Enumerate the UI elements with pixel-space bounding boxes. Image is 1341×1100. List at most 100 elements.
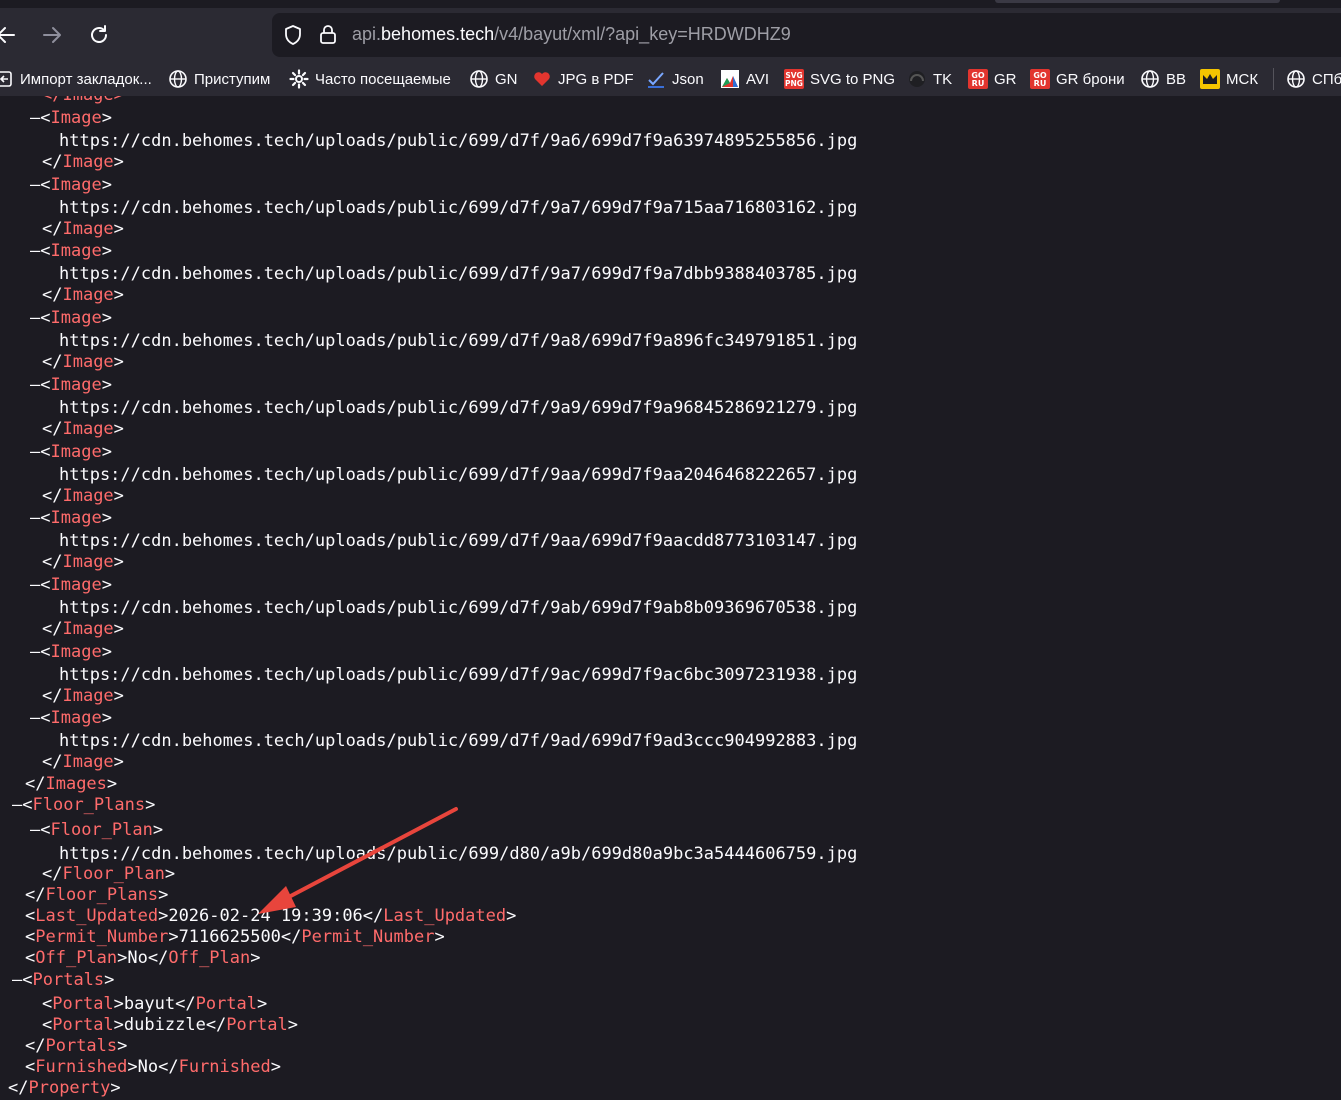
xml-line-floor-plans-open[interactable]: –<Floor_Plans> <box>12 794 155 816</box>
bookmark-label: GR брони <box>1056 70 1125 88</box>
svg-text:RU: RU <box>972 79 985 88</box>
xml-line-furnished: <Furnished>No</Furnished> <box>25 1057 281 1077</box>
xml-line-image-close: </Image> <box>42 685 124 706</box>
bookmark-svg-to-png[interactable]: SVG PNG SVG to PNG <box>784 62 895 96</box>
image-url: https://cdn.behomes.tech/uploads/public/… <box>59 597 858 618</box>
active-tab-edge[interactable] <box>995 0 1280 3</box>
bookmark-label: Приступим <box>194 70 271 88</box>
lock-icon[interactable] <box>318 23 338 45</box>
xml-line-image-open[interactable]: –<Image> <box>30 707 112 729</box>
url-text[interactable]: api.behomes.tech/v4/bayut/xml/?api_key=H… <box>352 24 791 45</box>
image-url: https://cdn.behomes.tech/uploads/public/… <box>59 131 858 151</box>
bookmark-bb[interactable]: BB <box>1140 62 1186 96</box>
xml-line-image-open[interactable]: –<Image> <box>30 574 112 596</box>
forward-arrow-icon[interactable] <box>39 22 65 48</box>
xml-line-image-close: </Image> <box>42 618 124 639</box>
xml-partial-line: </Image> <box>42 96 124 106</box>
off-plan-value: No <box>127 948 148 968</box>
xml-line-last-updated: <Last_Updated>2026-02-24 19:39:06</Last_… <box>25 906 517 926</box>
back-arrow-icon[interactable] <box>0 22 20 48</box>
tab-strip <box>0 0 1341 8</box>
xml-line-image-open[interactable]: –<Image> <box>30 507 112 529</box>
bookmark-import[interactable]: Импорт закладок... <box>0 62 152 96</box>
bookmark-label: TK <box>933 70 953 88</box>
bookmark-label: СПб <box>1312 70 1341 88</box>
bookmarks-toolbar: Импорт закладок... Приступим Часто посещ… <box>0 62 1341 96</box>
globe-icon <box>1287 70 1305 88</box>
reload-icon[interactable] <box>86 22 112 48</box>
bookmark-label: Json <box>672 70 704 88</box>
image-url: https://cdn.behomes.tech/uploads/public/… <box>59 464 858 485</box>
goru-icon: GORU <box>968 69 988 89</box>
xml-line-image-close: </Image> <box>42 552 124 573</box>
shield-icon[interactable] <box>282 24 304 46</box>
xml-line-portal: <Portal>bayut</Portal> <box>42 994 268 1014</box>
bookmark-label: GR <box>994 70 1017 88</box>
bookmark-gn[interactable]: GN <box>469 62 518 96</box>
portal-value: dubizzle <box>123 1015 206 1035</box>
xml-line-image-close: </Image> <box>42 152 124 172</box>
portal-value: bayut <box>123 994 176 1014</box>
svg-text:RU: RU <box>1034 79 1047 88</box>
browser-toolbar: api.behomes.tech/v4/bayut/xml/?api_key=H… <box>0 8 1341 62</box>
bookmark-tk[interactable]: TK <box>907 62 952 96</box>
bookmark-gr[interactable]: GO RU GR <box>968 62 1017 96</box>
image-url: https://cdn.behomes.tech/uploads/public/… <box>59 397 858 418</box>
xml-line-portals-open[interactable]: –<Portals> <box>12 969 114 991</box>
bookmark-label: SVG to PNG <box>810 70 896 88</box>
last-updated-value: 2026-02-24 19:39:06 <box>168 906 363 926</box>
bookmark-json[interactable]: Json <box>646 62 704 96</box>
bookmark-spb[interactable]: СПб <box>1286 62 1341 96</box>
furnished-value: No <box>137 1057 159 1077</box>
image-url: https://cdn.behomes.tech/uploads/public/… <box>59 664 858 685</box>
globe-icon <box>470 70 488 88</box>
bookmark-label: BB <box>1166 70 1187 88</box>
bookmark-label: GN <box>495 70 518 88</box>
bookmarks-separator <box>1273 68 1274 90</box>
xml-line-property-close: </Property> <box>8 1078 121 1098</box>
xml-viewer: </Image> –<Image>https://cdn.behomes.tec… <box>0 96 1341 1100</box>
bookmark-label: МСК <box>1226 70 1259 88</box>
xml-line-image-open[interactable]: –<Image> <box>30 641 112 663</box>
bookmark-gr-bookings[interactable]: GO RU GR брони <box>1030 62 1125 96</box>
image-url: https://cdn.behomes.tech/uploads/public/… <box>59 197 858 218</box>
globe-icon <box>1141 70 1159 88</box>
xml-line-permit-number: <Permit_Number>7116625500</Permit_Number… <box>25 927 445 947</box>
import-icon <box>0 71 12 87</box>
url-host-prefix: api. <box>352 24 382 44</box>
svg-png-icon: SVGPNG <box>784 69 804 89</box>
bookmark-avi[interactable]: AVI <box>720 62 769 96</box>
xml-line-image-close: </Image> <box>42 485 124 506</box>
xml-line-image-close: </Image> <box>42 285 124 306</box>
bookmark-label: JPG в PDF <box>558 70 634 88</box>
svg-text:PNG: PNG <box>785 79 803 88</box>
bookmark-msk[interactable]: МСК <box>1200 62 1258 96</box>
bookmark-start[interactable]: Приступим <box>168 62 270 96</box>
xml-line-image-open[interactable]: –<Image> <box>30 374 112 396</box>
xml-line-image-close: </Image> <box>42 752 124 773</box>
floor-plan-url: https://cdn.behomes.tech/uploads/public/… <box>59 844 858 864</box>
image-url: https://cdn.behomes.tech/uploads/public/… <box>59 264 858 285</box>
crown-icon <box>1200 69 1220 89</box>
gear-icon <box>289 69 309 89</box>
bookmark-jpg-to-pdf[interactable]: JPG в PDF <box>532 62 633 96</box>
goru-icon: GORU <box>1030 69 1050 89</box>
xml-line-image-open[interactable]: –<Image> <box>30 307 112 329</box>
xml-line-floor-plan-open[interactable]: –<Floor_Plan> <box>30 819 163 841</box>
xml-line-image-open[interactable]: –<Image> <box>30 240 112 262</box>
avi-icon <box>721 70 739 88</box>
permit-number-value: 7116625500 <box>178 927 281 947</box>
xml-line-portal: <Portal>dubizzle</Portal> <box>42 1015 298 1035</box>
xml-line-floor-plans-close: </Floor_Plans> <box>25 885 169 905</box>
xml-line-images-close: </Images> <box>25 774 118 794</box>
xml-line-image-open[interactable]: –<Image> <box>30 107 112 129</box>
image-url: https://cdn.behomes.tech/uploads/public/… <box>59 531 858 552</box>
url-path: /v4/bayut/xml/?api_key=HRDWDHZ9 <box>494 24 791 44</box>
bookmark-label: AVI <box>746 70 770 88</box>
tk-icon <box>909 71 925 87</box>
xml-line-image-open[interactable]: –<Image> <box>30 441 112 463</box>
bookmark-most-visited[interactable]: Часто посещаемые <box>289 62 451 96</box>
xml-line-image-close: </Image> <box>42 418 124 439</box>
globe-icon <box>169 70 187 88</box>
xml-line-image-open[interactable]: –<Image> <box>30 174 112 196</box>
